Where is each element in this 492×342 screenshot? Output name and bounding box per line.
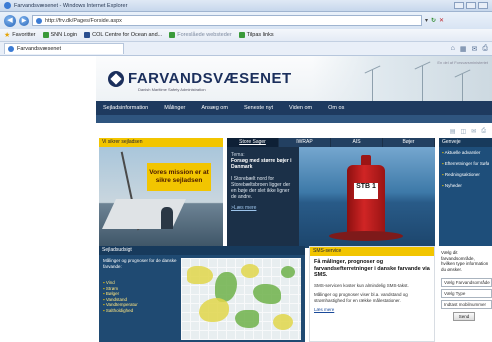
refresh-icon[interactable]: ↻ bbox=[431, 17, 436, 24]
link-icon bbox=[84, 32, 91, 38]
back-button[interactable]: ◀ bbox=[4, 14, 16, 27]
window-controls bbox=[454, 2, 488, 9]
ie-icon bbox=[4, 2, 11, 9]
dropdown-icon[interactable]: ▾ bbox=[425, 17, 428, 24]
forecast-box: Sejladsudsigt Målinger og prognoser for … bbox=[99, 246, 305, 342]
title-bar: Farvandsvæsenet - Windows Internet Explo… bbox=[0, 0, 492, 12]
tab-bojer[interactable]: Bøjer bbox=[383, 138, 435, 147]
forecast-map[interactable] bbox=[181, 258, 301, 340]
shortcuts-box: Genveje Aktuelle advarsler Efterretninge… bbox=[439, 138, 492, 248]
favorite-link-snn[interactable]: SNN Login bbox=[42, 32, 77, 38]
sms-heading: SMS-service bbox=[310, 247, 434, 256]
sms-read-more-link[interactable]: Læs mere bbox=[314, 307, 430, 312]
print-page-icon[interactable]: ⎙ bbox=[481, 128, 486, 135]
favorite-link-col[interactable]: COL Centre for Ocean and... bbox=[84, 32, 162, 38]
news-tabs: Store Sager IWRAP AIS Bøjer bbox=[227, 138, 435, 147]
close-button[interactable] bbox=[478, 2, 488, 9]
nav-viden-om[interactable]: Viden om bbox=[281, 105, 320, 111]
site-logo[interactable]: FARVANDSVÆSENET bbox=[108, 70, 292, 87]
stop-icon[interactable]: ✕ bbox=[439, 17, 444, 24]
send-button[interactable]: Send bbox=[453, 312, 475, 321]
page-icon bbox=[8, 46, 14, 52]
nav-sejladsinformation[interactable]: Sejladsinformation bbox=[96, 105, 156, 111]
maximize-button[interactable] bbox=[466, 2, 476, 9]
tab-bar: Farvandsvæsenet ⌂ ▦ ✉ ⎙ bbox=[0, 42, 492, 56]
shortcut-link[interactable]: Redningsaktioner bbox=[442, 172, 489, 177]
page-tools: ▤ ◫ ✉ ⎙ bbox=[450, 128, 486, 135]
type-select[interactable]: Vælg Type bbox=[441, 289, 492, 298]
link-icon bbox=[238, 32, 245, 38]
sms-text: Målinger og prognoser viser bl.a. vandst… bbox=[314, 292, 408, 303]
sailing-photo: Vores mission er at sikre sejladsen bbox=[99, 147, 223, 248]
shortcut-link[interactable]: Aktuelle advarsler bbox=[442, 150, 489, 155]
favorites-bar: ★ Favoritter SNN Login COL Centre for Oc… bbox=[0, 29, 492, 42]
forecast-link[interactable]: Saltholdighed bbox=[103, 308, 177, 314]
header-corner-text[interactable]: En del af Forsvarsministeriet bbox=[437, 60, 488, 65]
minimize-button[interactable] bbox=[454, 2, 464, 9]
nav-malinger[interactable]: Målinger bbox=[156, 105, 193, 111]
mission-heading: Vi sikrer sejladsen bbox=[99, 138, 223, 147]
buoy-label: STB 1 bbox=[354, 183, 378, 199]
forecast-intro: Målinger og prognoser for de danske farv… bbox=[103, 258, 177, 269]
link-icon bbox=[42, 32, 49, 38]
window-title: Farvandsvæsenet - Windows Internet Explo… bbox=[14, 2, 128, 9]
news-body: I Storebælt nord for Storebæltsbroen lig… bbox=[231, 176, 291, 200]
tab-store-sager[interactable]: Store Sager bbox=[227, 138, 279, 147]
mobile-input[interactable]: Indtast mobilnummer bbox=[441, 300, 492, 309]
news-box: Store Sager IWRAP AIS Bøjer Tema: Forsøg… bbox=[227, 138, 435, 248]
sub-navigation bbox=[96, 115, 492, 123]
tab-farvandsvaesenet[interactable]: Farvandsvæsenet bbox=[4, 43, 124, 54]
address-url: http://frv.dk/Pages/Forside.aspx bbox=[45, 17, 122, 24]
print-icon[interactable]: ⎙ bbox=[482, 45, 488, 53]
sms-form: Vælg dit farvandsområde, hvilken type in… bbox=[439, 246, 492, 342]
forward-button[interactable]: ▶ bbox=[19, 15, 29, 26]
mission-promo[interactable]: Vores mission er at sikre sejladsen bbox=[147, 163, 211, 191]
news-article: Tema: Forsøg med større bøjer i Danmark … bbox=[231, 152, 295, 211]
address-tools: ▾ ↻ ✕ bbox=[425, 17, 444, 24]
shortcut-link[interactable]: Nyheder bbox=[442, 183, 489, 188]
shortcuts-list: Aktuelle advarsler Efterretninger for Sø… bbox=[439, 147, 492, 197]
nav-om-os[interactable]: Om os bbox=[320, 105, 352, 111]
email-icon[interactable]: ✉ bbox=[471, 128, 476, 135]
favorite-link-suggested[interactable]: Foreslåede websteder bbox=[169, 32, 232, 38]
page-icon bbox=[36, 17, 42, 24]
home-icon[interactable]: ⌂ bbox=[451, 45, 455, 53]
brand-name: FARVANDSVÆSENET bbox=[128, 70, 292, 87]
sms-title: Få målinger, prognoser og farvandsefterr… bbox=[314, 259, 430, 278]
link-icon bbox=[169, 32, 176, 38]
site-content: FARVANDSVÆSENET Danish Maritime Safety A… bbox=[96, 56, 492, 342]
favorite-link-customize[interactable]: Tilpas links bbox=[238, 32, 274, 38]
navigation-bar: ◀ ▶ http://frv.dk/Pages/Forside.aspx ▾ ↻… bbox=[0, 12, 492, 29]
mail-icon[interactable]: ✉ bbox=[472, 45, 478, 53]
shortcuts-heading: Genveje bbox=[439, 138, 492, 147]
forecast-heading: Sejladsudsigt bbox=[99, 246, 305, 255]
sms-box: SMS-service Få målinger, prognoser og fa… bbox=[309, 246, 435, 342]
command-bar: ⌂ ▦ ✉ ⎙ bbox=[451, 45, 488, 53]
sms-text: SMS-servicen koster kun almindelig SMS-t… bbox=[314, 282, 409, 288]
share-icon[interactable]: ◫ bbox=[460, 128, 466, 135]
main-navigation: Sejladsinformation Målinger Ansæg om Sen… bbox=[96, 101, 492, 115]
buoy-photo: STB 1 bbox=[299, 147, 435, 248]
page-viewport: FARVANDSVÆSENET Danish Maritime Safety A… bbox=[0, 56, 492, 342]
forecast-list: Vind Strøm Bølger Vandstand Vandtemperat… bbox=[103, 280, 177, 313]
tagline: Danish Maritime Safety Administration bbox=[138, 87, 206, 92]
feeds-icon[interactable]: ▦ bbox=[460, 45, 467, 53]
nav-seneste-nyt[interactable]: Seneste nyt bbox=[236, 105, 281, 111]
mission-box: Vi sikrer sejladsen Vores mission er at … bbox=[99, 138, 223, 248]
favorites-button[interactable]: ★ Favoritter bbox=[4, 31, 36, 39]
address-bar[interactable]: http://frv.dk/Pages/Forside.aspx bbox=[32, 15, 422, 26]
logo-icon bbox=[108, 70, 124, 87]
tab-iwrap[interactable]: IWRAP bbox=[279, 138, 331, 147]
read-more-link[interactable]: >Læs mere bbox=[231, 205, 295, 211]
text-size-icon[interactable]: ▤ bbox=[450, 128, 456, 135]
shortcut-link[interactable]: Efterretninger for Søfarende bbox=[442, 161, 489, 166]
area-select[interactable]: Vælg Farvandsområde bbox=[441, 278, 492, 287]
nav-ansog-om[interactable]: Ansæg om bbox=[193, 105, 236, 111]
site-header: FARVANDSVÆSENET Danish Maritime Safety A… bbox=[96, 56, 492, 101]
tab-ais[interactable]: AIS bbox=[331, 138, 383, 147]
news-headline[interactable]: Forsøg med større bøjer i Danmark bbox=[231, 158, 295, 170]
form-intro: Vælg dit farvandsområde, hvilken type in… bbox=[441, 250, 489, 272]
star-icon: ★ bbox=[4, 32, 11, 39]
